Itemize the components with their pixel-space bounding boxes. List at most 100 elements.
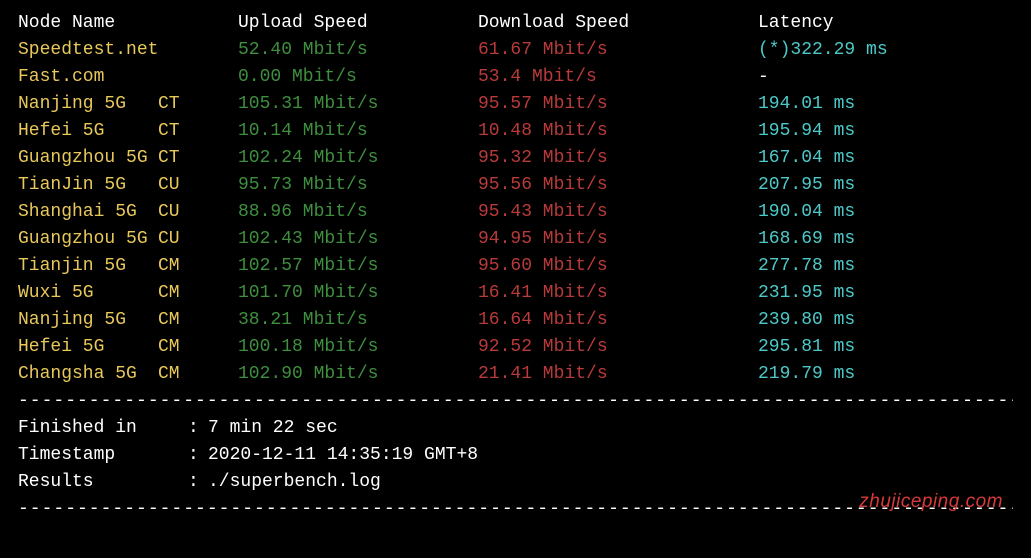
footer-colon: : (188, 442, 208, 469)
cell-download: 94.95 Mbit/s (478, 226, 758, 253)
node-tag-text: CU (158, 226, 180, 253)
cell-download: 95.32 Mbit/s (478, 145, 758, 172)
header-upload: Upload Speed (238, 10, 478, 37)
table-row: Guangzhou 5GCT102.24 Mbit/s95.32 Mbit/s1… (18, 145, 1013, 172)
node-name-text: Wuxi 5G (18, 280, 158, 307)
footer-finished-value: 7 min 22 sec (208, 415, 338, 442)
node-name-text: Shanghai 5G (18, 199, 158, 226)
cell-latency: 194.01 ms (758, 91, 1013, 118)
cell-node: Fast.com (18, 64, 238, 91)
cell-upload: 102.90 Mbit/s (238, 361, 478, 388)
cell-upload: 102.43 Mbit/s (238, 226, 478, 253)
header-latency: Latency (758, 10, 1013, 37)
header-download: Download Speed (478, 10, 758, 37)
cell-upload: 88.96 Mbit/s (238, 199, 478, 226)
node-tag-text: CT (158, 91, 180, 118)
table-row: TianJin 5GCU95.73 Mbit/s95.56 Mbit/s207.… (18, 172, 1013, 199)
cell-download: 92.52 Mbit/s (478, 334, 758, 361)
cell-download: 95.43 Mbit/s (478, 199, 758, 226)
footer-finished-label: Finished in (18, 415, 188, 442)
footer-results-label: Results (18, 469, 188, 496)
cell-download: 16.41 Mbit/s (478, 280, 758, 307)
cell-node: Shanghai 5GCU (18, 199, 238, 226)
cell-node: Hefei 5GCT (18, 118, 238, 145)
cell-latency: 239.80 ms (758, 307, 1013, 334)
footer-timestamp-value: 2020-12-11 14:35:19 GMT+8 (208, 442, 478, 469)
node-name-text: Nanjing 5G (18, 91, 158, 118)
table-row: Speedtest.net52.40 Mbit/s61.67 Mbit/s(*)… (18, 37, 1013, 64)
cell-upload: 102.24 Mbit/s (238, 145, 478, 172)
footer-colon: : (188, 415, 208, 442)
cell-download: 10.48 Mbit/s (478, 118, 758, 145)
cell-node: TianJin 5GCU (18, 172, 238, 199)
table-row: Wuxi 5GCM101.70 Mbit/s16.41 Mbit/s231.95… (18, 280, 1013, 307)
table-row: Fast.com 0.00 Mbit/s53.4 Mbit/s- (18, 64, 1013, 91)
node-tag-text: CT (158, 145, 180, 172)
footer-finished-row: Finished in : 7 min 22 sec (18, 415, 1013, 442)
cell-node: Wuxi 5GCM (18, 280, 238, 307)
cell-latency: 168.69 ms (758, 226, 1013, 253)
footer-results-value: ./superbench.log (208, 469, 381, 496)
node-tag-text: CM (158, 334, 180, 361)
cell-latency: 231.95 ms (758, 280, 1013, 307)
cell-upload: 102.57 Mbit/s (238, 253, 478, 280)
node-name-text: Nanjing 5G (18, 307, 158, 334)
cell-download: 95.60 Mbit/s (478, 253, 758, 280)
header-node: Node Name (18, 10, 238, 37)
table-row: Guangzhou 5GCU102.43 Mbit/s94.95 Mbit/s1… (18, 226, 1013, 253)
cell-node: Changsha 5GCM (18, 361, 238, 388)
cell-latency: 277.78 ms (758, 253, 1013, 280)
cell-latency: 207.95 ms (758, 172, 1013, 199)
footer-timestamp-row: Timestamp : 2020-12-11 14:35:19 GMT+8 (18, 442, 1013, 469)
cell-latency: 167.04 ms (758, 145, 1013, 172)
footer-timestamp-label: Timestamp (18, 442, 188, 469)
cell-upload: 101.70 Mbit/s (238, 280, 478, 307)
cell-node: Hefei 5GCM (18, 334, 238, 361)
node-name-text: Changsha 5G (18, 361, 158, 388)
cell-download: 53.4 Mbit/s (478, 64, 758, 91)
table-row: Nanjing 5GCT105.31 Mbit/s95.57 Mbit/s194… (18, 91, 1013, 118)
cell-latency: 295.81 ms (758, 334, 1013, 361)
cell-node: Tianjin 5GCM (18, 253, 238, 280)
table-row: Hefei 5GCM100.18 Mbit/s92.52 Mbit/s295.8… (18, 334, 1013, 361)
node-tag-text: CU (158, 172, 180, 199)
cell-node: Nanjing 5GCM (18, 307, 238, 334)
cell-latency: - (758, 64, 1013, 91)
cell-latency: 219.79 ms (758, 361, 1013, 388)
node-name-text: Hefei 5G (18, 334, 158, 361)
cell-upload: 0.00 Mbit/s (238, 64, 478, 91)
cell-node: Speedtest.net (18, 37, 238, 64)
cell-latency: 195.94 ms (758, 118, 1013, 145)
cell-latency: 190.04 ms (758, 199, 1013, 226)
cell-upload: 105.31 Mbit/s (238, 91, 478, 118)
table-header-row: Node Name Upload Speed Download Speed La… (18, 10, 1013, 37)
node-tag-text: CT (158, 118, 180, 145)
node-tag-text: CM (158, 307, 180, 334)
cell-download: 95.57 Mbit/s (478, 91, 758, 118)
cell-download: 21.41 Mbit/s (478, 361, 758, 388)
cell-download: 16.64 Mbit/s (478, 307, 758, 334)
cell-upload: 100.18 Mbit/s (238, 334, 478, 361)
divider-line: ----------------------------------------… (18, 388, 1013, 415)
node-name-text: Guangzhou 5G (18, 226, 158, 253)
node-tag-text: CU (158, 199, 180, 226)
cell-node: Guangzhou 5GCU (18, 226, 238, 253)
cell-node: Nanjing 5GCT (18, 91, 238, 118)
cell-upload: 95.73 Mbit/s (238, 172, 478, 199)
cell-latency: (*)322.29 ms (758, 37, 1013, 64)
node-name-text: TianJin 5G (18, 172, 158, 199)
cell-upload: 52.40 Mbit/s (238, 37, 478, 64)
table-row: Nanjing 5GCM38.21 Mbit/s16.64 Mbit/s239.… (18, 307, 1013, 334)
node-name-text: Fast.com (18, 64, 158, 91)
node-tag-text: CM (158, 280, 180, 307)
cell-upload: 38.21 Mbit/s (238, 307, 478, 334)
table-row: Changsha 5GCM102.90 Mbit/s21.41 Mbit/s21… (18, 361, 1013, 388)
node-name-text: Speedtest.net (18, 37, 158, 64)
node-name-text: Hefei 5G (18, 118, 158, 145)
node-tag-text: CM (158, 253, 180, 280)
node-tag-text: CM (158, 361, 180, 388)
cell-upload: 10.14 Mbit/s (238, 118, 478, 145)
table-row: Tianjin 5GCM102.57 Mbit/s95.60 Mbit/s277… (18, 253, 1013, 280)
watermark-text: zhujiceping.com (859, 488, 1003, 517)
table-row: Hefei 5GCT10.14 Mbit/s10.48 Mbit/s195.94… (18, 118, 1013, 145)
